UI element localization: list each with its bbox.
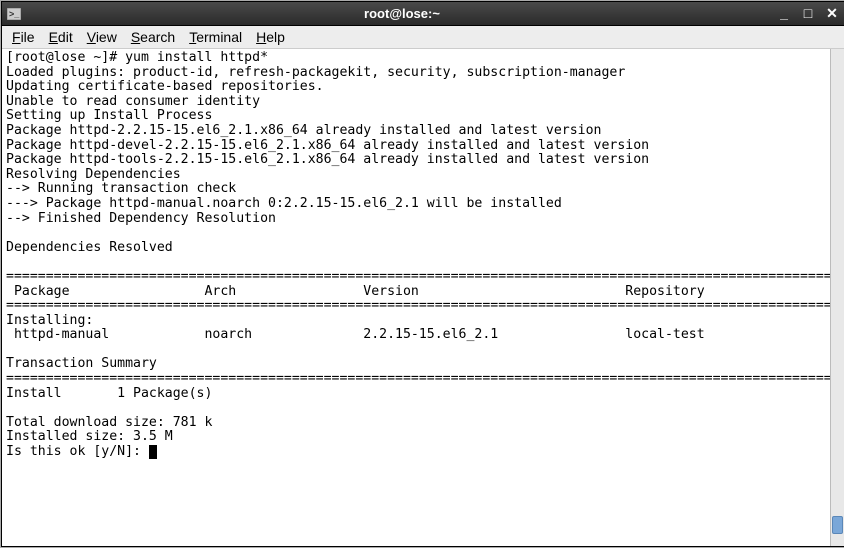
menu-terminal[interactable]: Terminal bbox=[189, 29, 242, 45]
maximize-button[interactable]: □ bbox=[800, 5, 816, 22]
menu-file[interactable]: File bbox=[12, 29, 35, 45]
menu-help[interactable]: Help bbox=[256, 29, 285, 45]
cursor bbox=[149, 445, 157, 459]
scroll-thumb[interactable] bbox=[832, 516, 843, 534]
minimize-button[interactable]: _ bbox=[776, 5, 792, 22]
menu-search[interactable]: Search bbox=[131, 29, 175, 45]
titlebar: >_ root@lose:~ _ □ ✕ bbox=[2, 2, 844, 26]
svg-text:>_: >_ bbox=[9, 9, 20, 19]
scrollbar[interactable] bbox=[830, 49, 844, 546]
terminal-window: >_ root@lose:~ _ □ ✕ File Edit View Sear… bbox=[1, 1, 844, 547]
terminal-output[interactable]: [root@lose ~]# yum install httpd* Loaded… bbox=[2, 49, 830, 546]
menu-view[interactable]: View bbox=[87, 29, 117, 45]
menu-edit[interactable]: Edit bbox=[49, 29, 73, 45]
terminal-app-icon: >_ bbox=[6, 6, 22, 22]
menubar: File Edit View Search Terminal Help bbox=[2, 26, 844, 49]
window-title: root@lose:~ bbox=[28, 6, 776, 21]
close-button[interactable]: ✕ bbox=[824, 5, 840, 22]
window-controls: _ □ ✕ bbox=[776, 5, 840, 22]
